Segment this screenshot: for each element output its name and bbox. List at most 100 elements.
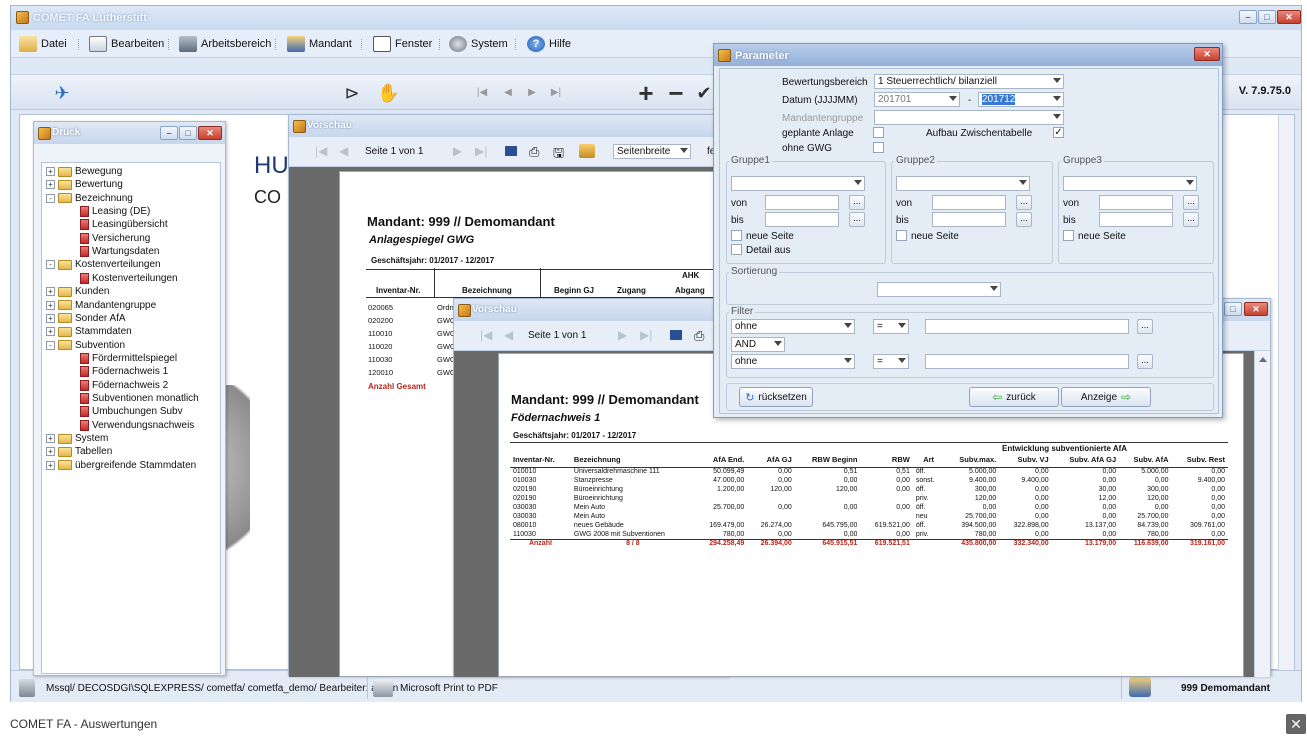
check-icon[interactable]: ✔	[693, 83, 715, 103]
tree-item[interactable]: + Tabellen	[46, 446, 112, 457]
gruppe2-select[interactable]	[896, 176, 1030, 191]
tree-item[interactable]: - Kostenverteilungen	[46, 259, 161, 270]
next-page-icon[interactable]: ▶	[618, 328, 627, 342]
gruppe3-von-lookup-button[interactable]: ...	[1183, 195, 1199, 210]
tree-item[interactable]: Födernachweis 1	[80, 366, 168, 378]
filter1-field-select[interactable]: ohne	[731, 319, 855, 334]
gruppe1-von-input[interactable]	[765, 195, 839, 210]
datum-from-select[interactable]: 201701	[874, 92, 960, 107]
druck-close-button[interactable]: ✕	[198, 126, 222, 140]
datum-to-select[interactable]: 201712	[978, 92, 1064, 107]
filter2-field-select[interactable]: ohne	[731, 354, 855, 369]
tree-item[interactable]: + System	[46, 433, 108, 444]
aufbau-checkbox[interactable]: ✓	[1053, 127, 1064, 138]
collapse-icon[interactable]: -	[46, 193, 55, 203]
maximize-button[interactable]: □	[1258, 10, 1276, 24]
tree-item[interactable]: Leasing (DE)	[80, 206, 150, 218]
minimize-button[interactable]: –	[1239, 10, 1257, 24]
tree-item[interactable]: Umbuchungen Subv	[80, 406, 183, 418]
mandantengruppe-select[interactable]	[874, 110, 1064, 125]
tree-item[interactable]: - Bezeichnung	[46, 193, 133, 204]
print-icon[interactable]: ⎙	[694, 328, 704, 344]
tree-item[interactable]: Kostenverteilungen	[80, 272, 178, 284]
druck-tree[interactable]: + Bewegung + Bewertung - Bezeichnung Leasing (…	[41, 162, 221, 674]
gruppe1-von-lookup-button[interactable]: ...	[849, 195, 865, 210]
remove-icon[interactable]: −	[665, 80, 687, 106]
filter1-lookup-button[interactable]: ...	[1137, 319, 1153, 334]
gruppe2-von-input[interactable]	[932, 195, 1006, 210]
expand-icon[interactable]: +	[46, 167, 55, 176]
expand-icon[interactable]: +	[46, 327, 55, 337]
zoom-select[interactable]: Seitenbreite	[613, 144, 691, 159]
gruppe3-select[interactable]	[1063, 176, 1197, 191]
tree-item[interactable]: Versicherung	[80, 232, 150, 244]
ohne-gwg-checkbox[interactable]	[873, 142, 884, 153]
collapse-icon[interactable]: -	[46, 340, 55, 350]
vorschau2-scrollbar[interactable]	[1254, 351, 1270, 677]
gruppe2-neue-seite-checkbox[interactable]	[896, 230, 907, 241]
gruppe2-bis-lookup-button[interactable]: ...	[1016, 212, 1032, 227]
close-button[interactable]: ✕	[1277, 10, 1301, 24]
back-button[interactable]: ⇦ zurück	[969, 387, 1059, 407]
single-page-icon[interactable]	[505, 146, 517, 156]
tree-item[interactable]: Verwendungsnachweis	[80, 419, 194, 431]
tree-item[interactable]: + Kunden	[46, 286, 109, 297]
last-record-icon[interactable]: ▶|	[545, 83, 567, 103]
expand-icon[interactable]: +	[46, 300, 55, 310]
tree-item[interactable]: + übergreifende Stammdaten	[46, 460, 196, 471]
gruppe1-detail-checkbox[interactable]	[731, 244, 742, 255]
tree-item[interactable]: - Subvention	[46, 340, 125, 351]
last-page-icon[interactable]: ▶|	[640, 328, 652, 342]
menu-bearbeiten[interactable]: Bearbeiten	[89, 36, 164, 52]
menu-arbeitsbereich[interactable]: Arbeitsbereich	[179, 36, 271, 52]
prev-page-icon[interactable]: ◀	[504, 328, 513, 342]
save-icon[interactable]: 🖫	[553, 144, 564, 166]
gruppe3-bis-input[interactable]	[1099, 212, 1173, 227]
tree-item[interactable]: Fördermittelspiegel	[80, 352, 177, 364]
tree-item[interactable]: + Sonder AfA	[46, 313, 126, 324]
vorschau2-close-button[interactable]: ✕	[1244, 302, 1268, 316]
filter1-operator-select[interactable]: =	[873, 319, 909, 334]
single-page-icon[interactable]	[670, 330, 682, 340]
menu-datei[interactable]: Datei	[19, 36, 67, 52]
menu-fenster[interactable]: Fenster	[373, 36, 432, 52]
gruppe1-select[interactable]	[731, 176, 865, 191]
next-page-icon[interactable]: ▶	[453, 144, 462, 158]
tree-item[interactable]: + Bewertung	[46, 179, 123, 190]
gruppe2-von-lookup-button[interactable]: ...	[1016, 195, 1032, 210]
filter2-value-input[interactable]	[925, 354, 1129, 369]
expand-icon[interactable]: +	[46, 180, 55, 190]
gruppe3-bis-lookup-button[interactable]: ...	[1183, 212, 1199, 227]
filter1-value-input[interactable]	[925, 319, 1129, 334]
prev-page-icon[interactable]: ◀	[339, 144, 348, 158]
first-record-icon[interactable]: |◀	[471, 83, 493, 103]
expand-icon[interactable]: +	[46, 313, 55, 323]
export-icon[interactable]	[579, 144, 595, 158]
tree-item[interactable]: Wartungsdaten	[80, 246, 159, 258]
first-page-icon[interactable]: |◀	[480, 328, 492, 342]
tree-item[interactable]: + Bewegung	[46, 166, 122, 177]
tree-item[interactable]: Subventionen monatlich	[80, 392, 199, 404]
viewer-close-icon[interactable]: ✕	[1286, 714, 1306, 734]
gruppe3-neue-seite-checkbox[interactable]	[1063, 230, 1074, 241]
tree-item[interactable]: + Stammdaten	[46, 326, 132, 337]
expand-icon[interactable]: +	[46, 434, 55, 443]
sortierung-select[interactable]	[877, 282, 1001, 297]
scroll-up-icon[interactable]	[1259, 357, 1267, 362]
first-page-icon[interactable]: |◀	[315, 144, 327, 158]
send-icon[interactable]: ⊳	[341, 83, 363, 103]
gruppe1-bis-lookup-button[interactable]: ...	[849, 212, 865, 227]
last-page-icon[interactable]: ▶|	[475, 144, 487, 158]
expand-icon[interactable]: +	[46, 287, 55, 297]
filter2-lookup-button[interactable]: ...	[1137, 354, 1153, 369]
show-button[interactable]: Anzeige ⇨	[1061, 387, 1151, 407]
prev-record-icon[interactable]: ◀	[497, 83, 519, 103]
menu-hilfe[interactable]: ? Hilfe	[527, 36, 571, 52]
cancel-icon[interactable]: ✋	[377, 83, 399, 103]
expand-icon[interactable]: +	[46, 447, 55, 457]
druck-maximize-button[interactable]: □	[179, 126, 197, 140]
expand-icon[interactable]: +	[46, 460, 55, 470]
reset-button[interactable]: ↻ rücksetzen	[739, 387, 813, 407]
add-icon[interactable]: +	[635, 80, 657, 106]
next-record-icon[interactable]: ▶	[521, 83, 543, 103]
